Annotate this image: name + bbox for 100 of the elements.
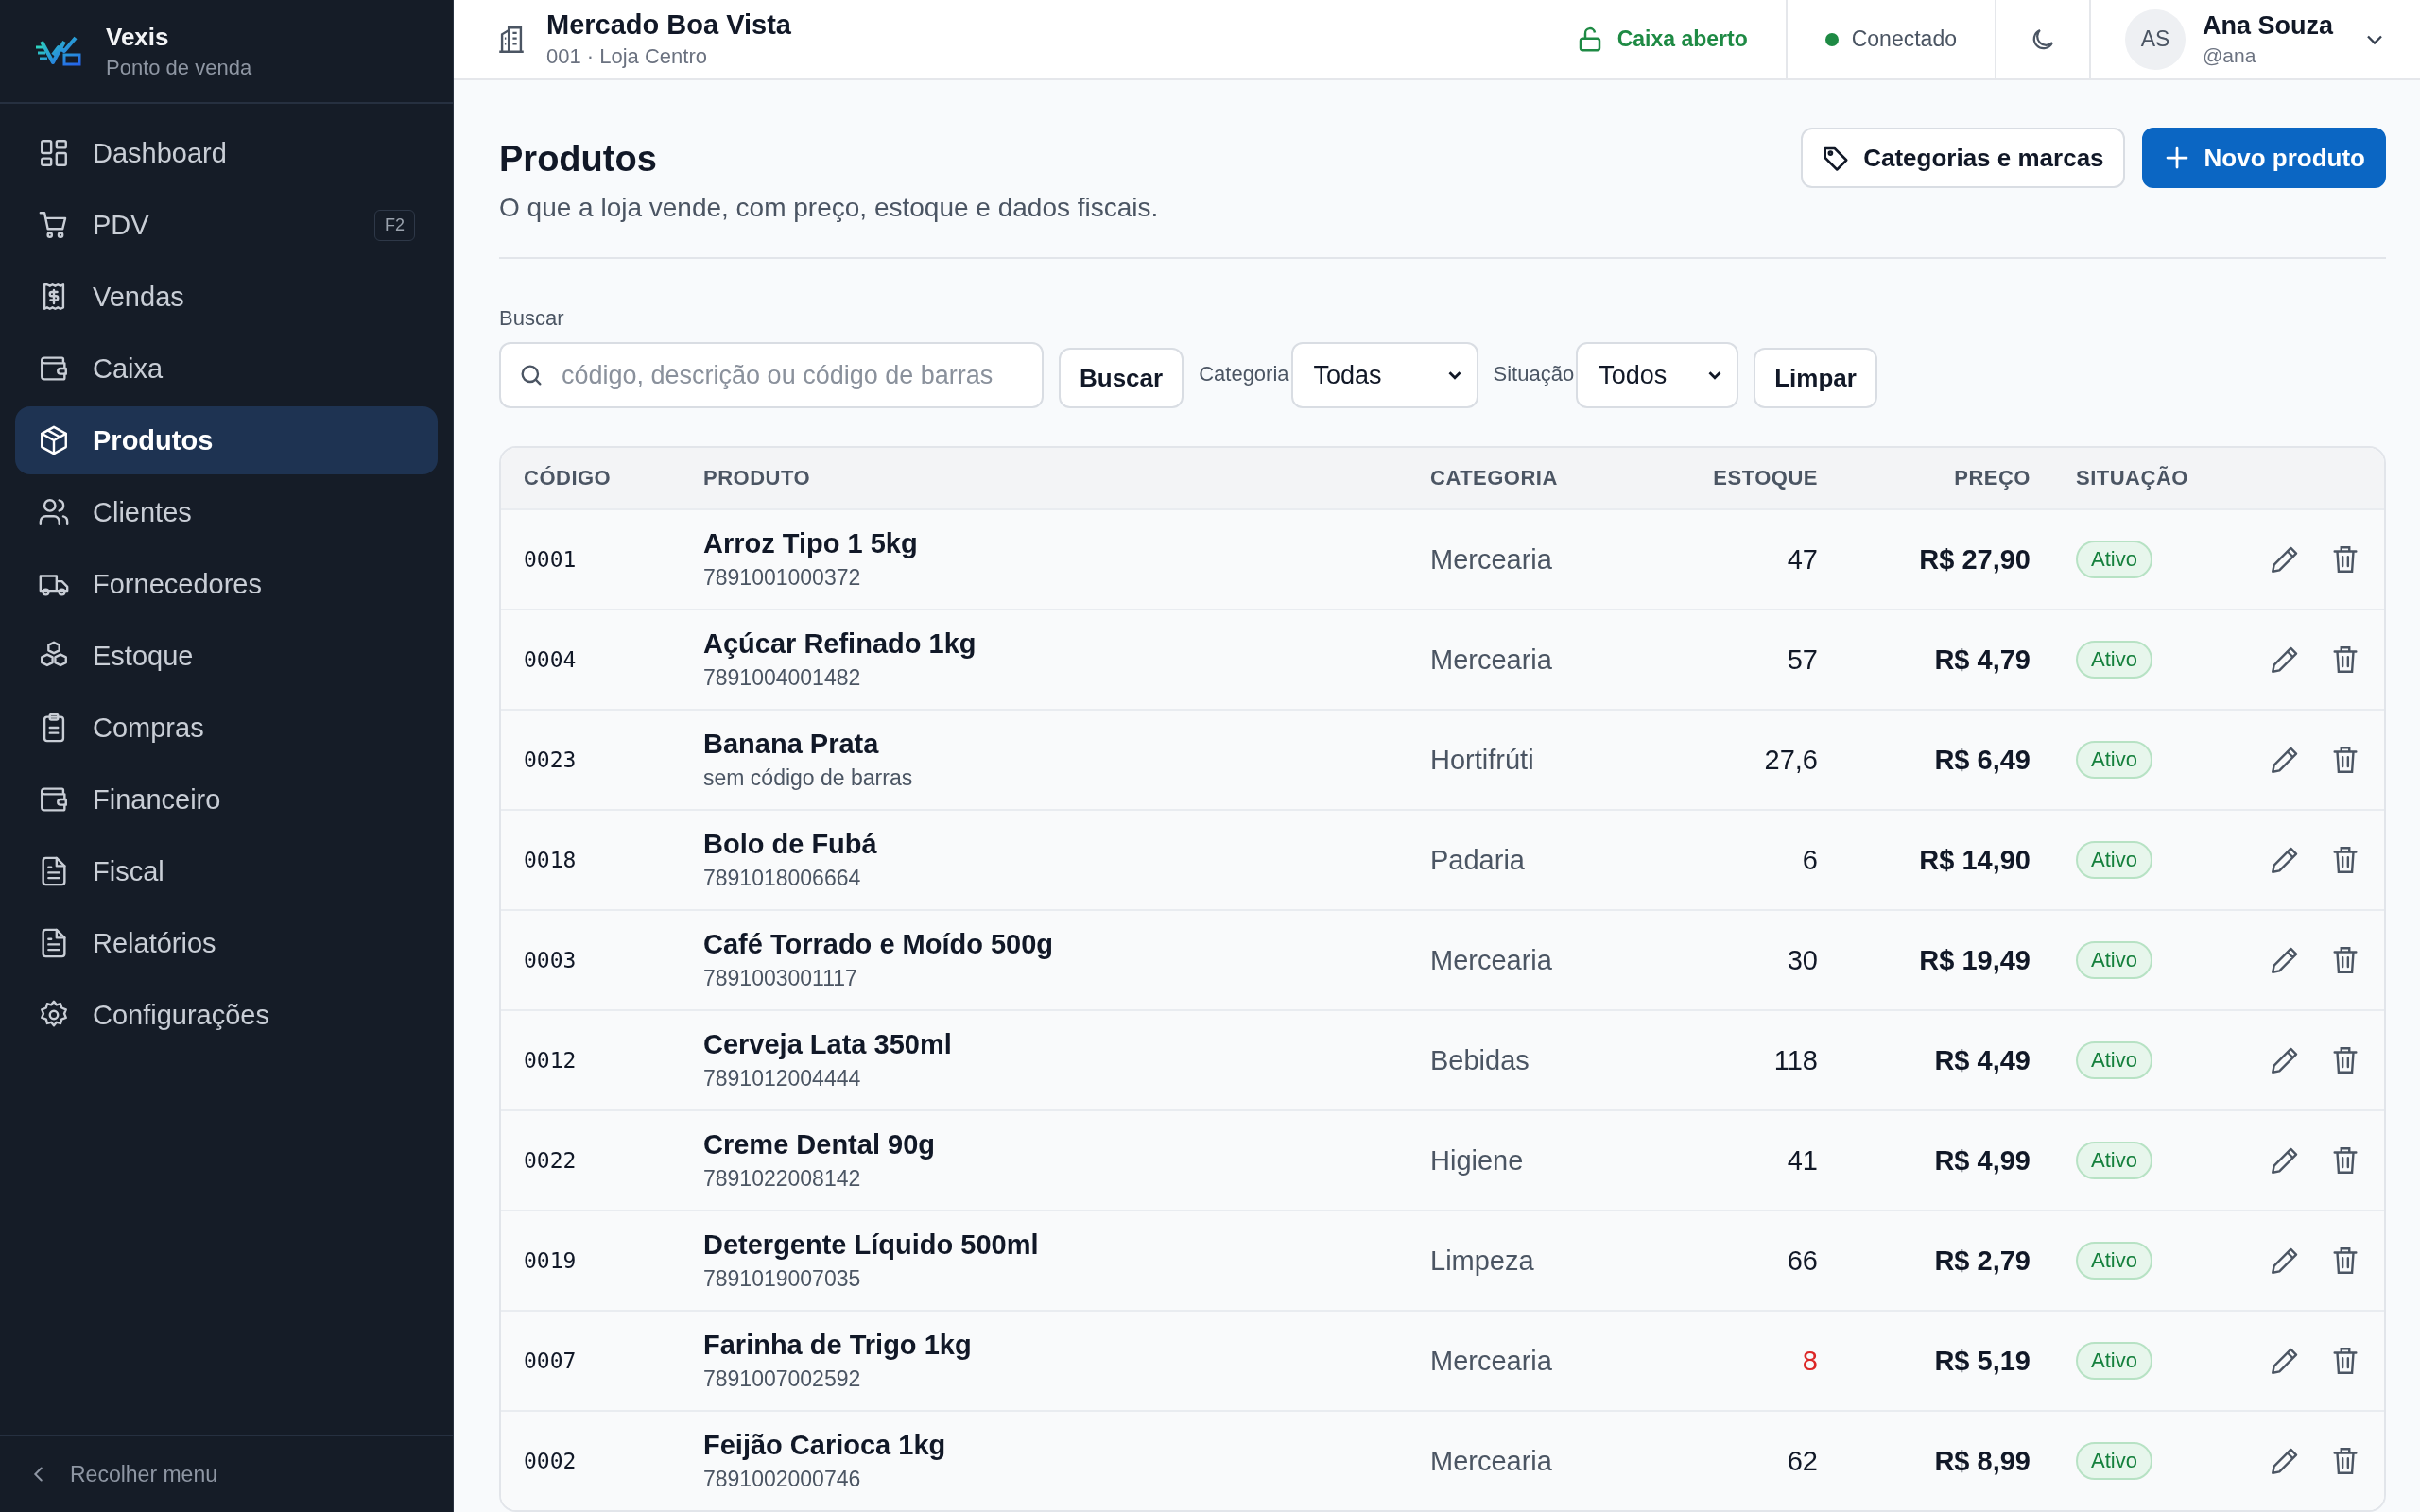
barcode-text: 7891001000372: [703, 565, 862, 591]
price-cell-text: R$ 4,99: [1933, 1144, 2031, 1177]
brand-subtitle: Ponto de venda: [106, 55, 252, 80]
user-avatar: AS: [2124, 9, 2186, 70]
page-subtitle: O que a loja vende, com preço, estoque e dados fiscais.: [499, 193, 1159, 223]
column-header: SITUAÇÃO: [2075, 466, 2189, 490]
stock-cell-text: 66: [1786, 1245, 1818, 1277]
code-cell-text: 0002: [524, 1449, 578, 1473]
page-title: Produtos: [499, 139, 658, 180]
stock-cell-text: 47: [1786, 543, 1818, 576]
price-cell-text: R$ 4,79: [1933, 644, 2031, 676]
user-handle: @ana: [2202, 44, 2257, 67]
status-select[interactable]: Todos: [1576, 342, 1739, 408]
code-cell-text: 0023: [524, 747, 578, 772]
product-name: Cerveja Lata 350ml: [703, 1029, 953, 1060]
code-cell-text: 0001: [524, 547, 578, 572]
collapse-menu-button[interactable]: Recolher menu: [28, 1461, 217, 1487]
category-cell-text: Mercearia: [1430, 944, 1553, 976]
status-badge: Ativo: [2076, 941, 2152, 979]
status-label: Situação: [1493, 362, 1575, 387]
register-status[interactable]: Caixa aberto: [1537, 0, 1786, 78]
category-cell-text: Limpeza: [1430, 1245, 1535, 1277]
category-cell-text: Mercearia: [1430, 1445, 1553, 1477]
categories-button[interactable]: Categorias e marcas: [1801, 128, 2125, 188]
nav-item[interactable]: Caixa: [15, 335, 438, 403]
column-header: PREÇO: [1953, 466, 2031, 490]
box-icon: [38, 424, 70, 456]
nav-item[interactable]: Clientes: [15, 478, 438, 546]
product-name: Detergente Líquido 500ml: [703, 1229, 1040, 1261]
nav-item[interactable]: PDV F2: [15, 191, 438, 259]
product-name: Açúcar Refinado 1kg: [703, 628, 977, 660]
code-cell-text: 0012: [524, 1048, 578, 1073]
user-name: Ana Souza: [2202, 11, 2333, 41]
nav-item[interactable]: Fornecedores: [15, 550, 438, 618]
category-cell-text: Mercearia: [1430, 1345, 1553, 1377]
dashboard-icon: [38, 137, 70, 169]
nav-item[interactable]: Fiscal: [15, 837, 438, 905]
connection-status: Conectado: [1785, 0, 1996, 78]
barcode-text: 7891004001482: [703, 665, 862, 691]
nav-item[interactable]: Estoque: [15, 622, 438, 690]
nav-item[interactable]: Produtos: [15, 406, 438, 474]
category-cell-text: Mercearia: [1430, 644, 1553, 676]
nav-item[interactable]: Compras: [15, 694, 438, 762]
barcode-text: 7891022008142: [703, 1166, 862, 1192]
category-cell-text: Padaria: [1430, 844, 1526, 876]
product-name: Banana Prata: [703, 729, 880, 760]
nav-item[interactable]: Configurações: [15, 981, 438, 1049]
price-cell-text: R$ 14,90: [1918, 844, 2031, 876]
category-cell-text: Mercearia: [1430, 543, 1553, 576]
price-cell-text: R$ 6,49: [1933, 744, 2031, 776]
search-field[interactable]: código, descrição ou código de barras: [499, 342, 1044, 408]
product-name: Arroz Tipo 1 5kg: [703, 528, 919, 559]
stock-cell-text: 27,6: [1763, 744, 1818, 776]
clear-button[interactable]: Limpar: [1754, 348, 1877, 408]
status-badge: Ativo: [2076, 1242, 2152, 1280]
code-cell-text: 0004: [524, 647, 578, 672]
users-icon: [38, 496, 70, 528]
barcode-text: 7891019007035: [703, 1266, 862, 1292]
column-header: CÓDIGO: [524, 466, 613, 490]
category-select[interactable]: Todas: [1290, 342, 1478, 408]
brand-name: Vexis: [106, 22, 170, 52]
stock-cell-text: 8: [1801, 1345, 1818, 1377]
product-name: Bolo de Fubá: [703, 829, 878, 860]
search-button[interactable]: Buscar: [1059, 348, 1184, 408]
status-badge: Ativo: [2076, 1342, 2152, 1380]
product-name: Farinha de Trigo 1kg: [703, 1330, 973, 1361]
stock-cell-text: 62: [1786, 1445, 1818, 1477]
nav-item[interactable]: Vendas: [15, 263, 438, 331]
new-product-button[interactable]: Novo produto: [2141, 128, 2386, 188]
product-name: Café Torrado e Moído 500g: [703, 929, 1055, 960]
code-cell-text: 0018: [524, 848, 578, 872]
status-badge: Ativo: [2076, 1041, 2152, 1079]
logo-icon: [36, 34, 81, 68]
stock-cell-text: 57: [1786, 644, 1818, 676]
stock-cell-text: 118: [1772, 1044, 1818, 1076]
barcode-text: 7891018006664: [703, 866, 862, 891]
price-cell-text: R$ 27,90: [1918, 543, 2031, 576]
code-cell-text: 0003: [524, 948, 578, 972]
code-cell-text: 0022: [524, 1148, 578, 1173]
column-header: CATEGORIA: [1430, 466, 1559, 490]
nav-item[interactable]: Relatórios: [15, 909, 438, 977]
category-cell-text: Hortifrúti: [1430, 744, 1535, 776]
store-name: Mercado Boa Vista: [546, 9, 791, 41]
price-cell-text: R$ 2,79: [1933, 1245, 2031, 1277]
stock-cell-text: 41: [1786, 1144, 1818, 1177]
price-cell-text: R$ 5,19: [1933, 1345, 2031, 1377]
status-badge: Ativo: [2076, 1442, 2152, 1480]
barcode-text: 7891003001117: [703, 966, 858, 991]
nav-item[interactable]: Dashboard: [15, 119, 438, 187]
category-label: Categoria: [1199, 362, 1289, 387]
code-cell-text: 0019: [524, 1248, 578, 1273]
barcode-text: 7891012004444: [703, 1066, 862, 1091]
column-header: ESTOQUE: [1712, 466, 1818, 490]
nav-item[interactable]: Financeiro: [15, 765, 438, 833]
search-label: Buscar: [499, 306, 565, 331]
barcode-text: 7891002000746: [703, 1467, 862, 1492]
code-cell-text: 0007: [524, 1349, 578, 1373]
status-badge: Ativo: [2076, 1142, 2152, 1179]
status-badge: Ativo: [2076, 841, 2152, 879]
price-cell-text: R$ 19,49: [1918, 944, 2031, 976]
